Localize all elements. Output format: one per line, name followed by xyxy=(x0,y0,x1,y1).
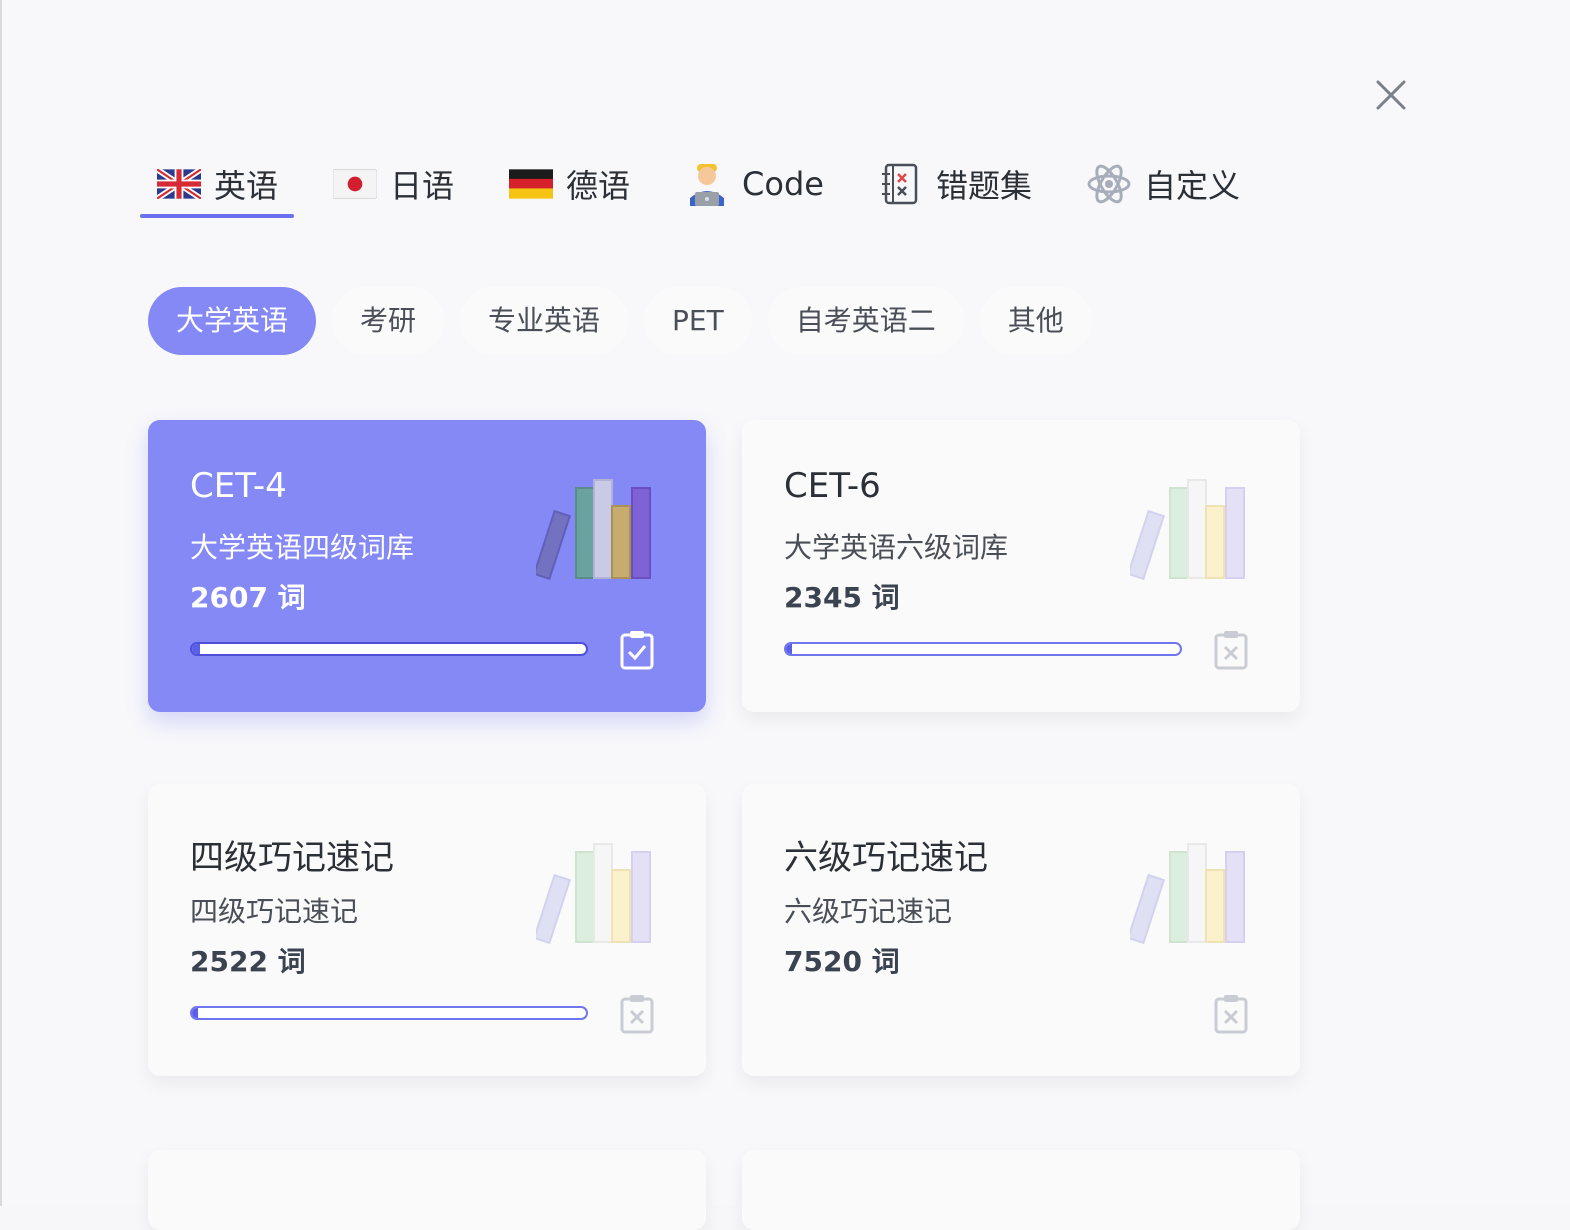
category-other[interactable]: 其他 xyxy=(979,287,1092,355)
tab-label: 日语 xyxy=(390,167,455,205)
card-description: 大学英语四级词库 xyxy=(190,531,415,564)
atom-icon xyxy=(1086,164,1132,204)
language-tabs: 英语 日语 德语 Code 错题集 自定义 xyxy=(140,150,1278,220)
progress-fill xyxy=(192,1008,198,1018)
uk-flag-icon xyxy=(156,166,202,202)
clipboard-x-icon[interactable] xyxy=(1212,630,1250,670)
dict-card-cet4[interactable]: CET-4 大学英语四级词库 2607 词 xyxy=(148,420,706,712)
progress-fill xyxy=(192,644,200,654)
close-icon xyxy=(1376,80,1406,110)
card-description: 六级巧记速记 xyxy=(784,895,953,928)
card-description: 四级巧记速记 xyxy=(190,895,359,928)
tab-japanese[interactable]: 日语 xyxy=(316,150,470,218)
books-icon xyxy=(536,843,651,945)
card-title: 四级巧记速记 xyxy=(190,838,394,878)
dict-card-cet6[interactable]: CET-6 大学英语六级词库 2345 词 xyxy=(742,420,1300,712)
progress-bar xyxy=(784,642,1182,656)
card-word-count: 2522 词 xyxy=(190,945,306,978)
category-self-study-english[interactable]: 自考英语二 xyxy=(767,287,964,355)
card-description: 大学英语六级词库 xyxy=(784,531,1009,564)
category-professional-english[interactable]: 专业英语 xyxy=(460,287,629,355)
books-icon xyxy=(536,479,651,581)
close-button[interactable] xyxy=(1370,74,1412,116)
window-edge xyxy=(0,0,2,1206)
clipboard-check-icon[interactable] xyxy=(618,630,656,670)
books-icon xyxy=(1130,479,1245,581)
tab-english[interactable]: 英语 xyxy=(140,150,295,218)
clipboard-x-icon[interactable] xyxy=(618,994,656,1034)
card-title: CET-6 xyxy=(784,466,881,506)
card-title: 六级巧记速记 xyxy=(784,838,988,878)
category-college-english[interactable]: 大学英语 xyxy=(148,287,317,355)
tab-label: 自定义 xyxy=(1143,167,1240,205)
dict-card-cet6-quick[interactable]: 六级巧记速记 六级巧记速记 7520 词 xyxy=(742,784,1300,1076)
card-word-count: 2345 词 xyxy=(784,581,900,614)
tab-mistakes[interactable]: 错题集 xyxy=(862,150,1048,218)
germany-flag-icon xyxy=(508,166,554,202)
category-pills: 大学英语 考研 专业英语 PET 自考英语二 其他 xyxy=(148,287,1108,355)
tab-german[interactable]: 德语 xyxy=(492,150,646,218)
dictionary-picker-panel: 英语 日语 德语 Code 错题集 自定义 大学英语 考研 专业英语 PET 自… xyxy=(0,0,1570,1230)
category-pet[interactable]: PET xyxy=(644,287,752,355)
clipboard-x-icon[interactable] xyxy=(1212,994,1250,1034)
tab-label: Code xyxy=(742,165,824,203)
mistake-book-icon xyxy=(878,163,924,205)
card-title: CET-4 xyxy=(190,466,287,506)
tab-label: 错题集 xyxy=(935,167,1032,205)
coder-icon xyxy=(684,164,730,206)
japan-flag-icon xyxy=(332,166,378,202)
books-icon xyxy=(1130,843,1245,945)
card-word-count: 2607 词 xyxy=(190,581,306,614)
tab-label: 德语 xyxy=(566,167,631,205)
progress-bar xyxy=(190,1006,588,1020)
card-word-count: 7520 词 xyxy=(784,945,900,978)
tab-code[interactable]: Code xyxy=(668,150,840,218)
category-postgrad[interactable]: 考研 xyxy=(332,287,445,355)
progress-bar xyxy=(190,642,588,656)
tab-custom[interactable]: 自定义 xyxy=(1070,150,1256,218)
tab-label: 英语 xyxy=(214,167,279,205)
dict-card-cet4-quick[interactable]: 四级巧记速记 四级巧记速记 2522 词 xyxy=(148,784,706,1076)
dict-card-peek-right[interactable] xyxy=(742,1150,1300,1230)
dict-card-peek-left[interactable] xyxy=(148,1150,706,1230)
progress-fill xyxy=(786,644,792,654)
